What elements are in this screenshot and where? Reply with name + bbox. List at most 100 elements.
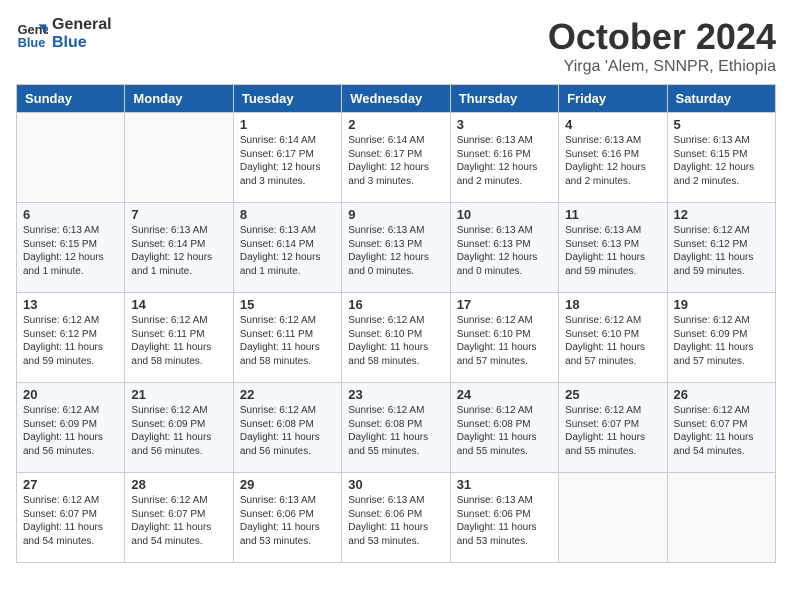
calendar-week-row: 1Sunrise: 6:14 AM Sunset: 6:17 PM Daylig… bbox=[17, 113, 776, 203]
header-thursday: Thursday bbox=[450, 85, 558, 113]
header-saturday: Saturday bbox=[667, 85, 775, 113]
calendar-cell: 4 Sunrise: 6:13 AM Sunset: 6:16 PM Daylig… bbox=[559, 113, 667, 203]
calendar-cell: 12 Sunrise: 6:12 AM Sunset: 6:12 PM Dayli… bbox=[667, 203, 775, 293]
day-info: Sunrise: 6:13 AM Sunset: 6:06 PM Dayligh… bbox=[348, 494, 443, 548]
day-number: 19 bbox=[674, 297, 769, 312]
day-info: Sunrise: 6:12 AM Sunset: 6:10 PM Dayligh… bbox=[348, 314, 443, 368]
day-info: Sunrise: 6:13 AM Sunset: 6:14 PM Dayligh… bbox=[131, 224, 226, 278]
day-info: Sunrise: 6:13 AM Sunset: 6:13 PM Dayligh… bbox=[565, 224, 660, 278]
calendar-cell: 20 Sunrise: 6:12 AM Sunset: 6:09 PM Dayli… bbox=[17, 383, 125, 473]
day-number: 29 bbox=[240, 477, 335, 492]
calendar-cell bbox=[17, 113, 125, 203]
calendar-cell: 10Sunrise: 6:13 AM Sunset: 6:13 PM Dayli… bbox=[450, 203, 558, 293]
day-number: 24 bbox=[457, 387, 552, 402]
calendar-cell: 30 Sunrise: 6:13 AM Sunset: 6:06 PM Dayli… bbox=[342, 473, 450, 563]
day-number: 18 bbox=[565, 297, 660, 312]
logo-icon: General Blue bbox=[16, 18, 48, 50]
day-number: 10 bbox=[457, 207, 552, 222]
header-tuesday: Tuesday bbox=[233, 85, 341, 113]
calendar-week-row: 20 Sunrise: 6:12 AM Sunset: 6:09 PM Dayli… bbox=[17, 383, 776, 473]
calendar-cell: 7 Sunrise: 6:13 AM Sunset: 6:14 PM Daylig… bbox=[125, 203, 233, 293]
logo-general: General bbox=[52, 16, 112, 34]
day-info: Sunrise: 6:13 AM Sunset: 6:15 PM Dayligh… bbox=[674, 134, 769, 188]
calendar-cell: 24 Sunrise: 6:12 AM Sunset: 6:08 PM Dayli… bbox=[450, 383, 558, 473]
calendar-cell: 17 Sunrise: 6:12 AM Sunset: 6:10 PM Dayli… bbox=[450, 293, 558, 383]
calendar-cell bbox=[125, 113, 233, 203]
calendar-cell: 1Sunrise: 6:14 AM Sunset: 6:17 PM Daylig… bbox=[233, 113, 341, 203]
day-number: 3 bbox=[457, 117, 552, 132]
day-info: Sunrise: 6:12 AM Sunset: 6:09 PM Dayligh… bbox=[131, 404, 226, 458]
calendar-cell: 14 Sunrise: 6:12 AM Sunset: 6:11 PM Dayli… bbox=[125, 293, 233, 383]
day-info: Sunrise: 6:12 AM Sunset: 6:07 PM Dayligh… bbox=[565, 404, 660, 458]
month-title: October 2024 bbox=[548, 16, 776, 58]
day-info: Sunrise: 6:13 AM Sunset: 6:13 PM Dayligh… bbox=[348, 224, 443, 278]
day-number: 26 bbox=[674, 387, 769, 402]
day-number: 11 bbox=[565, 207, 660, 222]
calendar-cell: 31Sunrise: 6:13 AM Sunset: 6:06 PM Dayli… bbox=[450, 473, 558, 563]
day-info: Sunrise: 6:12 AM Sunset: 6:09 PM Dayligh… bbox=[23, 404, 118, 458]
logo: General Blue General Blue bbox=[16, 16, 112, 51]
day-number: 16 bbox=[348, 297, 443, 312]
day-number: 15 bbox=[240, 297, 335, 312]
day-number: 21 bbox=[131, 387, 226, 402]
day-number: 2 bbox=[348, 117, 443, 132]
day-info: Sunrise: 6:13 AM Sunset: 6:15 PM Dayligh… bbox=[23, 224, 118, 278]
day-number: 6 bbox=[23, 207, 118, 222]
calendar-cell: 13Sunrise: 6:12 AM Sunset: 6:12 PM Dayli… bbox=[17, 293, 125, 383]
day-number: 8 bbox=[240, 207, 335, 222]
calendar-cell: 21 Sunrise: 6:12 AM Sunset: 6:09 PM Dayli… bbox=[125, 383, 233, 473]
day-info: Sunrise: 6:12 AM Sunset: 6:10 PM Dayligh… bbox=[457, 314, 552, 368]
header-monday: Monday bbox=[125, 85, 233, 113]
calendar-week-row: 13Sunrise: 6:12 AM Sunset: 6:12 PM Dayli… bbox=[17, 293, 776, 383]
day-number: 28 bbox=[131, 477, 226, 492]
calendar-cell: 22Sunrise: 6:12 AM Sunset: 6:08 PM Dayli… bbox=[233, 383, 341, 473]
calendar-cell: 26 Sunrise: 6:12 AM Sunset: 6:07 PM Dayli… bbox=[667, 383, 775, 473]
calendar-header-row: SundayMondayTuesdayWednesdayThursdayFrid… bbox=[17, 85, 776, 113]
calendar-cell: 9 Sunrise: 6:13 AM Sunset: 6:13 PM Daylig… bbox=[342, 203, 450, 293]
day-info: Sunrise: 6:12 AM Sunset: 6:11 PM Dayligh… bbox=[131, 314, 226, 368]
day-info: Sunrise: 6:12 AM Sunset: 6:07 PM Dayligh… bbox=[674, 404, 769, 458]
day-number: 17 bbox=[457, 297, 552, 312]
calendar-cell bbox=[559, 473, 667, 563]
logo-blue: Blue bbox=[52, 34, 112, 52]
calendar-cell: 23Sunrise: 6:12 AM Sunset: 6:08 PM Dayli… bbox=[342, 383, 450, 473]
title-section: October 2024 Yirga 'Alem, SNNPR, Ethiopi… bbox=[548, 16, 776, 76]
svg-text:Blue: Blue bbox=[18, 34, 46, 49]
day-info: Sunrise: 6:13 AM Sunset: 6:06 PM Dayligh… bbox=[240, 494, 335, 548]
day-info: Sunrise: 6:13 AM Sunset: 6:14 PM Dayligh… bbox=[240, 224, 335, 278]
calendar-week-row: 6 Sunrise: 6:13 AM Sunset: 6:15 PM Daylig… bbox=[17, 203, 776, 293]
day-number: 1 bbox=[240, 117, 335, 132]
day-info: Sunrise: 6:13 AM Sunset: 6:16 PM Dayligh… bbox=[457, 134, 552, 188]
day-number: 14 bbox=[131, 297, 226, 312]
page-header: General Blue General Blue October 2024 Y… bbox=[16, 16, 776, 76]
header-friday: Friday bbox=[559, 85, 667, 113]
day-number: 4 bbox=[565, 117, 660, 132]
day-info: Sunrise: 6:12 AM Sunset: 6:11 PM Dayligh… bbox=[240, 314, 335, 368]
day-number: 5 bbox=[674, 117, 769, 132]
day-number: 27 bbox=[23, 477, 118, 492]
calendar-cell: 19 Sunrise: 6:12 AM Sunset: 6:09 PM Dayli… bbox=[667, 293, 775, 383]
day-number: 7 bbox=[131, 207, 226, 222]
calendar-table: SundayMondayTuesdayWednesdayThursdayFrid… bbox=[16, 84, 776, 563]
day-info: Sunrise: 6:12 AM Sunset: 6:07 PM Dayligh… bbox=[131, 494, 226, 548]
calendar-cell: 25Sunrise: 6:12 AM Sunset: 6:07 PM Dayli… bbox=[559, 383, 667, 473]
day-info: Sunrise: 6:13 AM Sunset: 6:16 PM Dayligh… bbox=[565, 134, 660, 188]
header-sunday: Sunday bbox=[17, 85, 125, 113]
day-number: 9 bbox=[348, 207, 443, 222]
day-info: Sunrise: 6:12 AM Sunset: 6:08 PM Dayligh… bbox=[457, 404, 552, 458]
day-number: 20 bbox=[23, 387, 118, 402]
day-info: Sunrise: 6:12 AM Sunset: 6:08 PM Dayligh… bbox=[348, 404, 443, 458]
calendar-week-row: 27 Sunrise: 6:12 AM Sunset: 6:07 PM Dayli… bbox=[17, 473, 776, 563]
day-info: Sunrise: 6:12 AM Sunset: 6:08 PM Dayligh… bbox=[240, 404, 335, 458]
calendar-cell: 11 Sunrise: 6:13 AM Sunset: 6:13 PM Dayli… bbox=[559, 203, 667, 293]
day-info: Sunrise: 6:12 AM Sunset: 6:09 PM Dayligh… bbox=[674, 314, 769, 368]
calendar-cell: 16 Sunrise: 6:12 AM Sunset: 6:10 PM Dayli… bbox=[342, 293, 450, 383]
day-number: 13 bbox=[23, 297, 118, 312]
calendar-cell: 5 Sunrise: 6:13 AM Sunset: 6:15 PM Daylig… bbox=[667, 113, 775, 203]
day-info: Sunrise: 6:12 AM Sunset: 6:12 PM Dayligh… bbox=[674, 224, 769, 278]
calendar-cell: 18 Sunrise: 6:12 AM Sunset: 6:10 PM Dayli… bbox=[559, 293, 667, 383]
day-number: 12 bbox=[674, 207, 769, 222]
calendar-cell: 29 Sunrise: 6:13 AM Sunset: 6:06 PM Dayli… bbox=[233, 473, 341, 563]
day-number: 30 bbox=[348, 477, 443, 492]
day-info: Sunrise: 6:12 AM Sunset: 6:10 PM Dayligh… bbox=[565, 314, 660, 368]
